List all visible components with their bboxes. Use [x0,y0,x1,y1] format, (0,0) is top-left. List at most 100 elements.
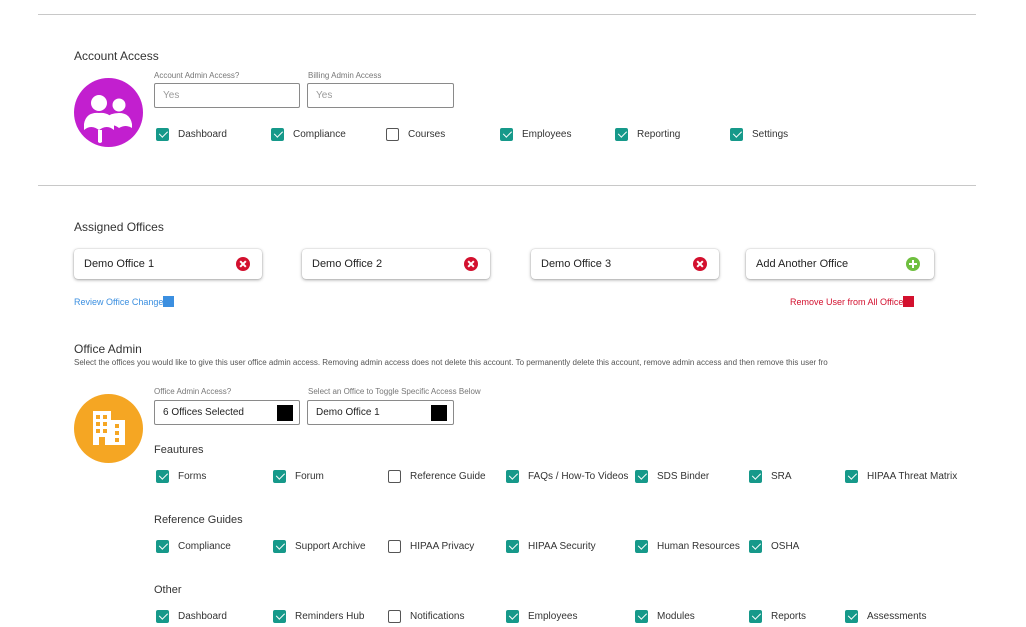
perm-settings-checkbox[interactable]: Settings [730,127,788,141]
perm-reporting-checkbox[interactable]: Reporting [615,127,680,141]
checkbox-box[interactable] [156,609,169,623]
remove-all-offices-link[interactable]: Remove User from All Office [790,296,915,307]
billing-admin-field[interactable]: Yes [307,83,454,108]
checkbox-label: Support Archive [295,540,366,552]
feature-forum-checkbox[interactable]: Forum [273,469,324,483]
dropdown-icon[interactable] [431,405,447,421]
perm-courses-checkbox[interactable]: Courses [386,127,445,141]
checkbox-label: Assessments [867,610,927,622]
office-admin-description: Select the offices you would like to giv… [74,358,828,367]
remove-office-icon[interactable] [464,257,478,271]
checkbox-box[interactable] [615,127,628,141]
checkbox-box[interactable] [635,539,648,553]
ref-compliance-checkbox[interactable]: Compliance [156,539,231,553]
checkbox-box[interactable] [388,539,401,553]
other-notifications-checkbox[interactable]: Notifications [388,609,464,623]
remove-marker-icon [903,296,915,307]
checkbox-label: Reference Guide [410,470,486,482]
billing-admin-label: Billing Admin Access [308,71,382,80]
other-dashboard-checkbox[interactable]: Dashboard [156,609,227,623]
account-admin-label: Account Admin Access? [154,71,240,80]
checkbox-box[interactable] [156,469,169,483]
checkbox-label: Modules [657,610,695,622]
checkbox-label: Settings [752,128,789,140]
checkbox-label: Compliance [293,128,346,140]
checkbox-label: Reminders Hub [295,610,365,622]
remove-office-icon[interactable] [236,257,250,271]
review-link-label: Review Office Change [74,296,164,307]
ref-hipaa-security-checkbox[interactable]: HIPAA Security [506,539,596,553]
perm-dashboard-checkbox[interactable]: Dashboard [156,127,227,141]
remove-link-label: Remove User from All Office [790,296,904,307]
reference-guides-group-title: Reference Guides [154,514,243,526]
ref-hipaa-privacy-checkbox[interactable]: HIPAA Privacy [388,539,474,553]
office-chip-3[interactable]: Demo Office 3 [531,249,719,279]
other-modules-checkbox[interactable]: Modules [635,609,695,623]
feature-sds-binder-checkbox[interactable]: SDS Binder [635,469,709,483]
checkbox-box[interactable] [271,127,284,141]
checkbox-label: Human Resources [657,540,740,552]
add-circle-icon[interactable] [906,257,920,271]
checkbox-label: Reporting [637,128,681,140]
add-office-button[interactable]: Add Another Office [746,249,934,279]
section-divider [38,185,976,186]
other-employees-checkbox[interactable]: Employees [506,609,577,623]
checkbox-box[interactable] [635,469,648,483]
checkbox-label: FAQs / How-To Videos [528,470,629,482]
review-marker-icon [163,296,175,307]
other-assessments-checkbox[interactable]: Assessments [845,609,926,623]
checkbox-box[interactable] [845,609,858,623]
checkbox-label: OSHA [771,540,800,552]
checkbox-label: Compliance [178,540,231,552]
perm-compliance-checkbox[interactable]: Compliance [271,127,346,141]
ref-osha-checkbox[interactable]: OSHA [749,539,799,553]
office-select-value: Demo Office 1 [316,407,380,418]
feature-forms-checkbox[interactable]: Forms [156,469,206,483]
checkbox-box[interactable] [156,127,169,141]
feature-sra-checkbox[interactable]: SRA [749,469,792,483]
checkbox-box[interactable] [388,469,401,483]
office-select-dropdown[interactable]: Demo Office 1 [307,400,454,425]
checkbox-box[interactable] [506,539,519,553]
account-access-title: Account Access [74,49,159,63]
checkbox-box[interactable] [273,609,286,623]
add-office-label: Add Another Office [756,258,849,270]
perm-employees-checkbox[interactable]: Employees [500,127,571,141]
ref-human-resources-checkbox[interactable]: Human Resources [635,539,740,553]
checkbox-box[interactable] [506,609,519,623]
feature-reference-guide-checkbox[interactable]: Reference Guide [388,469,486,483]
checkbox-box[interactable] [749,539,762,553]
assigned-offices-title: Assigned Offices [74,220,164,234]
ref-support-archive-checkbox[interactable]: Support Archive [273,539,366,553]
checkbox-box[interactable] [635,609,648,623]
office-chip-label: Demo Office 2 [312,258,383,270]
office-admin-access-select[interactable]: 6 Offices Selected [154,400,300,425]
checkbox-box[interactable] [506,469,519,483]
checkbox-label: SDS Binder [657,470,710,482]
account-admin-field[interactable]: Yes [154,83,300,108]
office-admin-access-label: Office Admin Access? [154,387,232,396]
checkbox-box[interactable] [386,127,399,141]
checkbox-box[interactable] [273,469,286,483]
office-chip-1[interactable]: Demo Office 1 [74,249,262,279]
other-reminders-hub-checkbox[interactable]: Reminders Hub [273,609,364,623]
feature-faqs-checkbox[interactable]: FAQs / How-To Videos [506,469,636,483]
checkbox-box[interactable] [749,469,762,483]
office-chip-2[interactable]: Demo Office 2 [302,249,490,279]
checkbox-label: Reports [771,610,807,622]
checkbox-box[interactable] [749,609,762,623]
checkbox-box[interactable] [156,539,169,553]
checkbox-box[interactable] [845,469,858,483]
top-divider [38,14,976,15]
checkbox-box[interactable] [730,127,743,141]
review-office-change-link[interactable]: Review Office Change [74,296,175,307]
checkbox-label: Employees [528,610,578,622]
remove-office-icon[interactable] [693,257,707,271]
checkbox-box[interactable] [500,127,513,141]
feature-hipaa-threat-matrix-checkbox[interactable]: HIPAA Threat Matrix [845,469,957,483]
checkbox-label: Notifications [410,610,465,622]
dropdown-icon[interactable] [277,405,293,421]
other-reports-checkbox[interactable]: Reports [749,609,806,623]
checkbox-box[interactable] [388,609,401,623]
checkbox-box[interactable] [273,539,286,553]
